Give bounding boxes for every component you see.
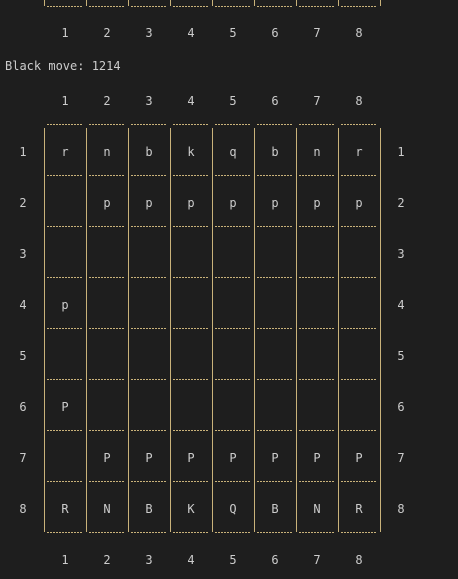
row-label-left-2: 2 xyxy=(19,196,27,210)
bottom-col-label-3: 3 xyxy=(145,553,153,567)
square-1-3: b xyxy=(145,145,153,159)
bottom-col-label-7: 7 xyxy=(313,553,321,567)
square-2-6: p xyxy=(271,196,279,210)
top-col-label-4: 4 xyxy=(187,94,195,108)
square-2-2: p xyxy=(103,196,111,210)
row-label-left-5: 5 xyxy=(19,349,27,363)
square-1-6: b xyxy=(271,145,279,159)
row-label-right-7: 7 xyxy=(397,451,405,465)
square-2-4: p xyxy=(187,196,195,210)
row-label-left-1: 1 xyxy=(19,145,27,159)
square-2-8: p xyxy=(355,196,363,210)
row-label-right-2: 2 xyxy=(397,196,405,210)
square-1-4: k xyxy=(187,145,195,159)
square-7-5: P xyxy=(229,451,237,465)
top-col-label-5: 5 xyxy=(229,94,237,108)
square-8-5: Q xyxy=(229,502,237,516)
square-8-4: K xyxy=(187,502,195,516)
bottom-col-label-6: 6 xyxy=(271,553,279,567)
row-label-right-8: 8 xyxy=(397,502,405,516)
top-col-label-8: 8 xyxy=(355,94,363,108)
square-2-3: p xyxy=(145,196,153,210)
bottom-col-label-2: 2 xyxy=(103,553,111,567)
square-2-7: p xyxy=(313,196,321,210)
row-label-left-6: 6 xyxy=(19,400,27,414)
square-1-8: r xyxy=(355,145,363,159)
square-1-2: n xyxy=(103,145,111,159)
square-1-7: n xyxy=(313,145,321,159)
square-7-3: P xyxy=(145,451,153,465)
square-4-1: p xyxy=(61,298,69,312)
square-7-6: P xyxy=(271,451,279,465)
square-1-1: r xyxy=(61,145,69,159)
bottom-col-label-4: 4 xyxy=(187,553,195,567)
board-grid xyxy=(44,124,381,533)
square-1-5: q xyxy=(229,145,237,159)
row-label-right-4: 4 xyxy=(397,298,405,312)
top-col-label-6: 6 xyxy=(271,94,279,108)
row-label-right-1: 1 xyxy=(397,145,405,159)
square-2-5: p xyxy=(229,196,237,210)
row-label-left-3: 3 xyxy=(19,247,27,261)
row-label-left-7: 7 xyxy=(19,451,27,465)
bottom-col-label-8: 8 xyxy=(355,553,363,567)
square-7-2: P xyxy=(103,451,111,465)
row-label-right-3: 3 xyxy=(397,247,405,261)
row-label-left-8: 8 xyxy=(19,502,27,516)
row-label-right-6: 6 xyxy=(397,400,405,414)
square-6-1: P xyxy=(61,400,69,414)
square-8-7: N xyxy=(313,502,321,516)
square-8-1: R xyxy=(61,502,69,516)
square-7-7: P xyxy=(313,451,321,465)
top-col-label-1: 1 xyxy=(61,94,69,108)
square-8-8: R xyxy=(355,502,363,516)
square-8-2: N xyxy=(103,502,111,516)
square-7-4: P xyxy=(187,451,195,465)
bottom-col-label-5: 5 xyxy=(229,553,237,567)
square-8-6: B xyxy=(271,502,279,516)
bottom-col-label-1: 1 xyxy=(61,553,69,567)
row-label-left-4: 4 xyxy=(19,298,27,312)
square-7-8: P xyxy=(355,451,363,465)
top-col-label-2: 2 xyxy=(103,94,111,108)
top-col-label-3: 3 xyxy=(145,94,153,108)
square-8-3: B xyxy=(145,502,153,516)
top-col-label-7: 7 xyxy=(313,94,321,108)
row-label-right-5: 5 xyxy=(397,349,405,363)
